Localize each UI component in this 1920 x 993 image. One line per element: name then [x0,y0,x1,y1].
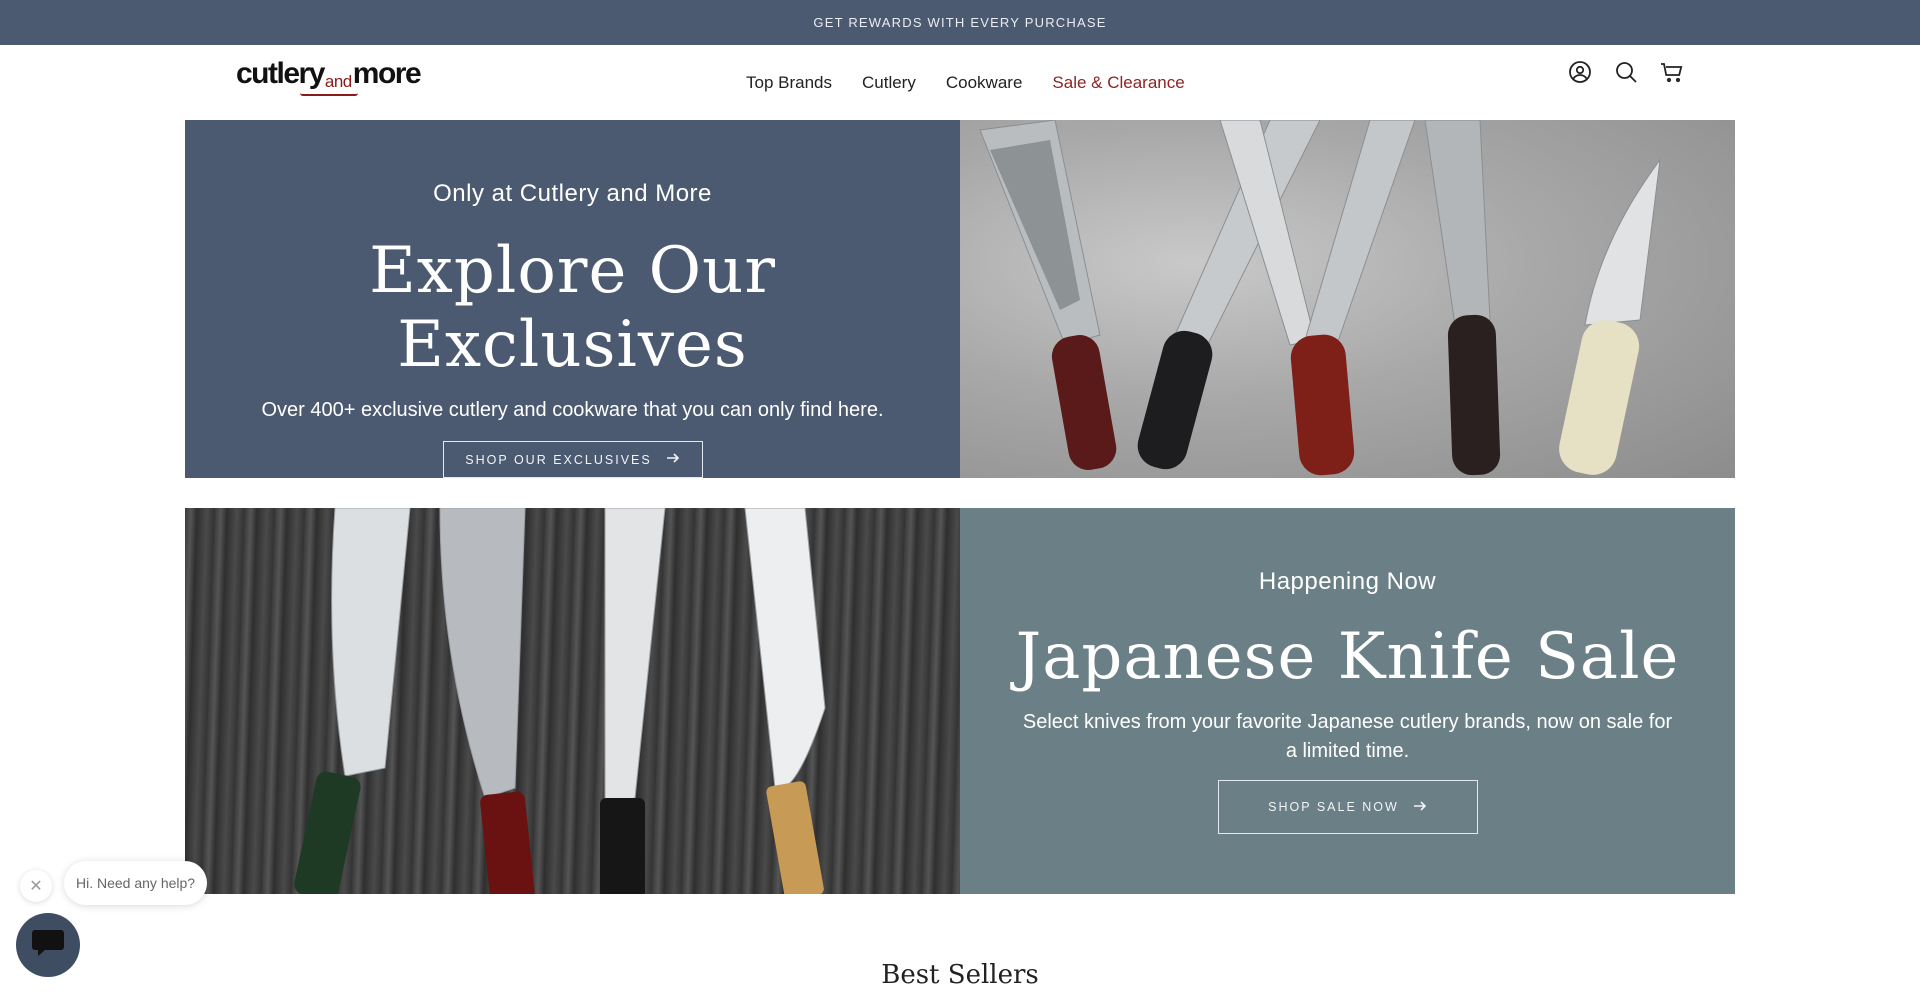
logo-part-and: and [324,72,352,91]
logo-swoosh [300,93,358,96]
exclusives-text-panel: Only at Cutlery and More Explore Our Exc… [185,120,960,478]
shop-sale-now-button[interactable]: SHOP SALE NOW [1217,780,1478,834]
shop-exclusives-label: SHOP OUR EXCLUSIVES [465,452,652,467]
main-nav: Top Brands Cutlery Cookware Sale & Clear… [746,45,1185,120]
japanese-knives-photo[interactable] [185,508,960,894]
exclusives-eyebrow: Only at Cutlery and More [433,180,712,207]
chat-bubble-icon [31,928,65,963]
sale-subtext: Select knives from your favorite Japanes… [1022,711,1673,762]
nav-cutlery[interactable]: Cutlery [862,73,916,93]
search-icon[interactable] [1614,60,1638,84]
logo-part-more: more [352,57,422,90]
announcement-bar: GET REWARDS WITH EVERY PURCHASE [0,0,1920,45]
chat-close-icon[interactable]: ✕ [20,870,52,902]
shop-sale-now-label: SHOP SALE NOW [1268,800,1399,814]
japanese-sale-text-panel: Happening Now Japanese Knife Sale Select… [960,508,1735,894]
sale-headline: Japanese Knife Sale [1015,620,1680,694]
nav-sale-clearance[interactable]: Sale & Clearance [1052,73,1184,93]
exclusives-knives-photo[interactable] [960,120,1735,478]
sale-eyebrow: Happening Now [1258,568,1437,595]
exclusives-headline: Explore Our Exclusives [369,234,776,382]
header-icons [1568,60,1684,84]
announcement-text: GET REWARDS WITH EVERY PURCHASE [813,15,1107,30]
arrow-right-icon [1413,799,1427,816]
site-header: cutlery and more Top Brands Cutlery Cookwa… [0,45,1920,120]
exclusives-subtext: Over 400+ exclusive cutlery and cookware… [261,399,884,421]
japanese-sale-banner: Happening Now Japanese Knife Sale Select… [185,508,1735,894]
best-sellers-title: Best Sellers [881,960,1039,990]
arrow-right-icon [666,451,680,468]
chat-launcher-button[interactable] [16,913,80,977]
cart-icon[interactable] [1660,60,1684,84]
chat-prompt-bubble[interactable]: Hi. Need any help? [64,861,208,905]
logo-part-cutlery: cutlery [236,57,325,90]
nav-cookware[interactable]: Cookware [946,73,1023,93]
account-icon[interactable] [1568,60,1592,84]
site-logo[interactable]: cutlery and more [236,57,422,96]
exclusives-banner: Only at Cutlery and More Explore Our Exc… [185,120,1735,478]
shop-exclusives-button[interactable]: SHOP OUR EXCLUSIVES [442,441,703,478]
chat-prompt-text: Hi. Need any help? [76,875,196,891]
nav-top-brands[interactable]: Top Brands [746,73,832,93]
